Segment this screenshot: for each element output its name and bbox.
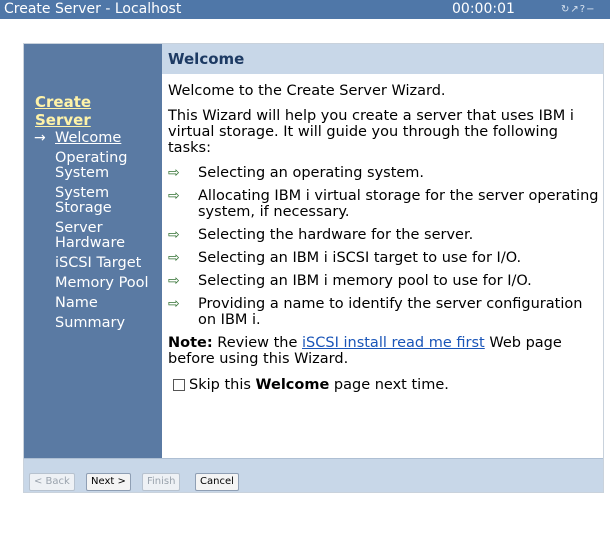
step-memory-pool: Memory Pool <box>55 275 149 291</box>
skip-welcome-checkbox[interactable] <box>173 379 185 391</box>
step-name: Name <box>55 295 98 311</box>
window-title: Create Server - Localhost <box>4 1 182 17</box>
page-title: Welcome <box>162 44 603 74</box>
skip-welcome-option[interactable]: Skip this Welcome page next time. <box>168 377 600 393</box>
finish-button[interactable]: Finish <box>142 473 181 491</box>
sidebar-heading-line1: Create <box>35 93 92 111</box>
step-welcome[interactable]: → Welcome <box>24 131 162 146</box>
step-operating-system: Operating System <box>55 150 128 181</box>
wizard-sidebar: Create Server → Welcome Operating System… <box>24 44 162 458</box>
outlined-arrow-right-icon: ⇨ <box>168 188 180 204</box>
list-item: ⇨ Selecting the hardware for the server. <box>168 227 474 243</box>
wizard-steps: → Welcome Operating System System Storag… <box>24 131 162 336</box>
description-text: This Wizard will help you create a serve… <box>168 108 574 156</box>
wizard-frame: Create Server → Welcome Operating System… <box>23 43 604 493</box>
outlined-arrow-right-icon: ⇨ <box>168 227 180 243</box>
wizard-main-panel: Welcome Welcome to the Create Server Wiz… <box>162 44 603 458</box>
cancel-button[interactable]: Cancel <box>195 473 239 491</box>
list-item: ⇨ Selecting an operating system. <box>168 165 425 181</box>
step-summary: Summary <box>55 315 126 331</box>
note-label: Note: <box>168 335 213 351</box>
list-item: ⇨ Selecting an IBM i iSCSI target to use … <box>168 250 522 266</box>
title-bar: Create Server - Localhost 00:00:01 ↻↗?− <box>0 0 610 19</box>
wizard-button-bar: < Back Next > Finish Cancel <box>24 458 603 492</box>
back-button[interactable]: < Back <box>29 473 75 491</box>
sidebar-heading[interactable]: Create Server <box>35 93 161 129</box>
note-text: Note: Review the iSCSI install read me f… <box>168 335 562 367</box>
outlined-arrow-right-icon: ⇨ <box>168 250 180 266</box>
outlined-arrow-right-icon: ⇨ <box>168 296 180 312</box>
step-iscsi-target: iSCSI Target <box>55 255 142 271</box>
step-server-hardware: Server Hardware <box>55 220 126 251</box>
sidebar-heading-line2: Server <box>35 111 91 129</box>
window-controls-icon[interactable]: ↻↗?− <box>561 0 595 19</box>
elapsed-timer: 00:00:01 <box>452 1 515 17</box>
outlined-arrow-right-icon: ⇨ <box>168 273 180 289</box>
iscsi-readme-link[interactable]: iSCSI install read me first <box>302 335 485 351</box>
list-item: ⇨ Allocating IBM i virtual storage for th… <box>168 188 599 220</box>
list-item: ⇨ Providing a name to identify the server… <box>168 296 583 328</box>
list-item: ⇨ Selecting an IBM i memory pool to use f… <box>168 273 532 289</box>
intro-text: Welcome to the Create Server Wizard. <box>168 83 446 99</box>
outlined-arrow-right-icon: ⇨ <box>168 165 180 181</box>
next-button[interactable]: Next > <box>86 473 131 491</box>
task-list: ⇨ Selecting an operating system. ⇨ Allocat… <box>168 165 600 328</box>
step-system-storage: System Storage <box>55 185 112 216</box>
arrow-right-icon: → <box>34 130 46 146</box>
welcome-content: Welcome to the Create Server Wizard. Thi… <box>168 83 600 393</box>
